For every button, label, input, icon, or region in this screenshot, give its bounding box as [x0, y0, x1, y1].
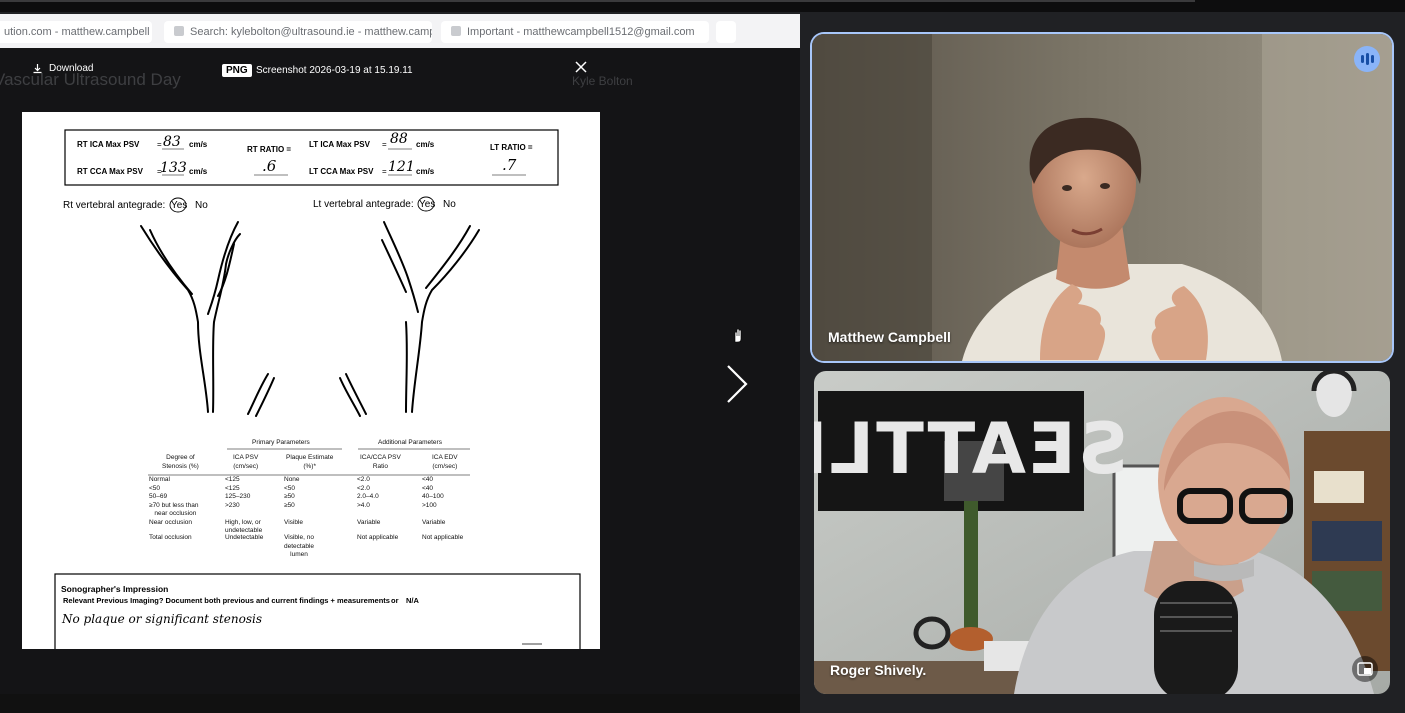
col-edv: ICA EDV (cm/sec): [432, 454, 458, 470]
lt-ratio-value: .7: [502, 156, 517, 174]
shared-screen: ution.com - matthew.campbell Search: kyl…: [0, 14, 800, 713]
unit-label: cm/s: [416, 167, 435, 176]
primary-header: Primary Parameters: [252, 439, 310, 446]
impression-text: No plaque or significant stenosis: [62, 612, 262, 626]
total-edv: Not applicable: [422, 534, 464, 541]
rt-ratio-label: RT RATIO =: [247, 145, 292, 154]
video-feed: [812, 34, 1392, 361]
equals: =: [382, 140, 387, 149]
total-psv: Undetectable: [225, 534, 264, 541]
browser-tab[interactable]: ution.com - matthew.campbell: [0, 21, 152, 43]
picture-in-picture-icon[interactable]: [1352, 656, 1378, 682]
unit-label: cm/s: [189, 140, 208, 149]
col-plaque: Plaque Estimate (%)*: [286, 454, 334, 470]
rt-ratio-value: .6: [262, 157, 277, 175]
lt-cca-value: 121: [388, 159, 415, 175]
edv-values: <40 <40 40–100 >100 Variable: [422, 476, 446, 526]
speaking-indicator-icon: [1354, 46, 1380, 72]
equals: =: [382, 167, 387, 176]
lt-vertebral-no: No: [443, 199, 456, 210]
total-ratio: Not applicable: [357, 534, 399, 541]
lt-vertebral-label: Lt vertebral antegrade:: [313, 199, 414, 210]
browser-tab[interactable]: Important - matthewcampbell1512@gmail.co…: [441, 21, 709, 43]
rt-ica-value: 83: [163, 134, 181, 150]
rt-cca-value: 133: [160, 160, 187, 176]
ultrasound-worksheet: RT ICA Max PSV = 83 cm/s RT CCA Max PSV …: [22, 112, 600, 649]
worksheet-graphics: [54, 129, 581, 649]
file-name: Screenshot 2026-03-19 at 15.19.11: [256, 65, 413, 76]
impression-na: N/A: [406, 596, 419, 605]
lt-ica-value: 88: [390, 131, 408, 147]
participant-tile-matthew[interactable]: Matthew Campbell: [812, 34, 1392, 361]
col-ratio: ICA/CCA PSV Ratio: [360, 454, 401, 470]
impression-or: or: [391, 596, 399, 605]
next-image-icon[interactable]: [722, 362, 752, 406]
background-name: Kyle Bolton: [572, 74, 633, 88]
new-tab-button[interactable]: [716, 21, 736, 43]
rt-ica-label: RT ICA Max PSV: [77, 140, 140, 149]
participant-name: Matthew Campbell: [828, 329, 951, 345]
bottom-bar: [0, 694, 800, 713]
download-button[interactable]: Download: [32, 63, 93, 74]
download-icon: [33, 64, 42, 74]
col-degree: Degree of Stenosis (%): [162, 454, 199, 470]
wall-sign: SEATTLE: [814, 408, 1129, 490]
file-type-badge: PNG: [222, 64, 252, 77]
degree-values: Normal <50 50–69 ≥70 but less than near …: [149, 476, 199, 526]
close-icon[interactable]: [574, 60, 588, 74]
plaque-values: None <50 ≥50 ≥50 Visible: [284, 476, 304, 526]
total-label: Total occlusion: [149, 534, 192, 541]
unit-label: cm/s: [189, 167, 208, 176]
col-ica-psv: ICA PSV (cm/sec): [233, 454, 259, 470]
participant-tile-roger[interactable]: SEATTLE Roger Shively.: [814, 371, 1390, 694]
rt-vertebral-yes: Yes: [171, 200, 188, 211]
additional-header: Additional Parameters: [378, 439, 442, 446]
rt-vertebral-no: No: [195, 200, 208, 211]
ica-psv-values: <125 <125 125–230 >230 High, low, or und…: [225, 476, 263, 534]
top-strip: [0, 0, 1405, 12]
mouse-cursor-icon: [734, 328, 742, 343]
browser-tab-bar: ution.com - matthew.campbell Search: kyl…: [0, 14, 800, 48]
impression-title: Sonographer's Impression: [61, 584, 169, 594]
participant-name: Roger Shively.: [830, 662, 927, 678]
impression-subtitle: Relevant Previous Imaging? Document both…: [63, 596, 390, 605]
lt-cca-label: LT CCA Max PSV: [309, 167, 374, 176]
rt-vertebral-label: Rt vertebral antegrade:: [63, 200, 166, 211]
ratio-values: <2.0 <2.0 2.0–4.0 >4.0 Variable: [357, 476, 381, 526]
equals: =: [157, 140, 162, 149]
mail-icon: [451, 26, 461, 36]
unit-label: cm/s: [416, 140, 435, 149]
rt-cca-label: RT CCA Max PSV: [77, 167, 143, 176]
lt-ica-label: LT ICA Max PSV: [309, 140, 370, 149]
search-icon: [174, 26, 184, 36]
lt-vertebral-yes: Yes: [419, 199, 436, 210]
lt-ratio-label: LT RATIO =: [490, 143, 533, 152]
browser-tab[interactable]: Search: kylebolton@ultrasound.ie - matth…: [164, 21, 432, 43]
total-plaque: Visible, no detectable lumen: [284, 534, 314, 558]
